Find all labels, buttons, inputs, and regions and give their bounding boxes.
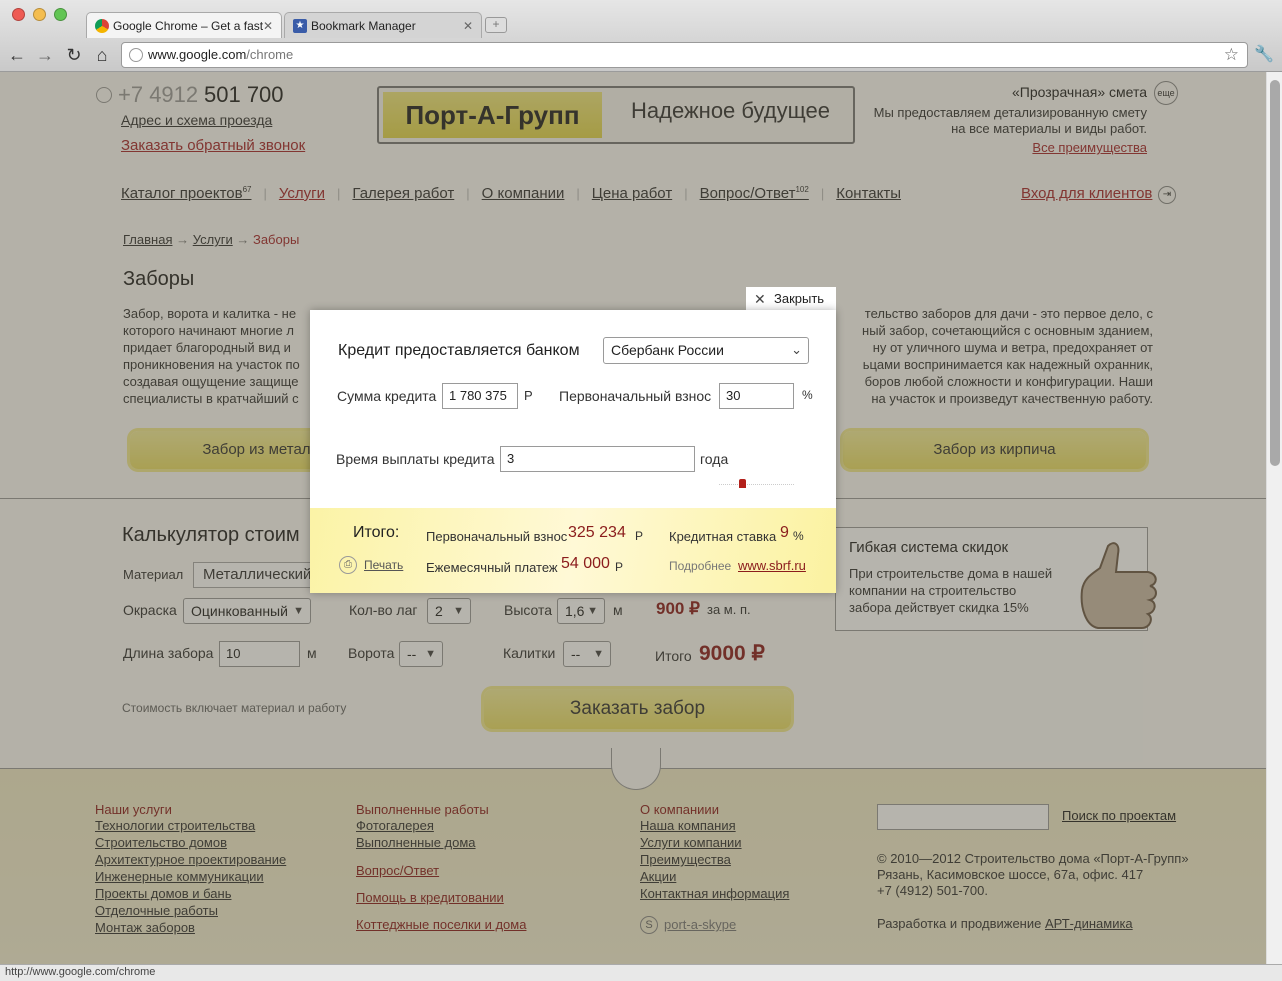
tab-google-chrome[interactable]: Google Chrome – Get a fast ✕ [86, 12, 282, 38]
credit-calculator-modal: Кредит предоставляется банком Сбербанк Р… [310, 310, 836, 593]
forward-arrow-icon[interactable]: → [33, 42, 57, 68]
bank-select[interactable]: Сбербанк России ⌄ [603, 337, 809, 364]
sum-currency: Р [524, 388, 533, 403]
result-rate-label: Кредитная ставка [669, 529, 777, 544]
vertical-scrollbar[interactable] [1266, 72, 1282, 964]
credit-result-panel: Итого: Первоначальный взнос 325 234 Р Кр… [310, 508, 836, 593]
result-monthly-value: 54 000 [561, 555, 610, 572]
reload-icon[interactable]: ↻ [62, 42, 86, 68]
more-label: Подробнее [669, 559, 732, 573]
tab-title: Bookmark Manager [311, 19, 416, 33]
select-value: Сбербанк России [611, 342, 724, 358]
term-label: Время выплаты кредита [336, 451, 495, 467]
scrollbar-thumb[interactable] [1270, 80, 1280, 466]
down-payment-slider-handle[interactable] [738, 479, 746, 488]
tab-bookmark-manager[interactable]: ★ Bookmark Manager ✕ [284, 12, 482, 38]
bookmark-star-icon[interactable]: ☆ [1224, 43, 1239, 67]
result-rate-value: 9 [780, 524, 789, 541]
result-rate-percent: % [793, 529, 804, 543]
wrench-menu-icon[interactable]: 🔧 [1254, 44, 1274, 64]
home-icon[interactable]: ⌂ [90, 42, 114, 68]
zoom-window-button[interactable] [54, 8, 67, 21]
bank-label: Кредит предоставляется банком [338, 342, 580, 359]
back-arrow-icon[interactable]: ← [5, 42, 29, 68]
browser-toolbar: Google Chrome – Get a fast ✕ ★ Bookmark … [0, 0, 1282, 72]
down-payment-slider[interactable] [719, 475, 794, 488]
address-bar[interactable]: www.google.com/chrome ☆ [121, 42, 1248, 68]
print-icon[interactable]: ⎙ [339, 556, 357, 574]
window-controls [12, 8, 67, 21]
result-monthly-label: Ежемесячный платеж [426, 560, 558, 575]
globe-icon [129, 48, 143, 62]
result-down-label: Первоначальный взнос [426, 529, 568, 544]
sum-label: Сумма кредита [337, 388, 437, 404]
result-down-currency: Р [635, 529, 644, 543]
status-bar: http://www.google.com/chrome [0, 964, 1282, 981]
sum-input[interactable]: 1 780 375 [442, 383, 518, 409]
result-total-label: Итого: [353, 524, 400, 541]
url-domain: www.google.com [148, 47, 247, 62]
star-favicon-icon: ★ [293, 19, 307, 33]
down-payment-input[interactable]: 30 [719, 383, 794, 409]
term-unit: года [700, 451, 729, 467]
modal-close-button[interactable]: ✕ Закрыть [746, 287, 836, 311]
term-input[interactable]: 3 [500, 446, 695, 472]
new-tab-button[interactable]: + [485, 17, 507, 33]
chevron-down-icon: ⌄ [791, 342, 802, 357]
close-label: Закрыть [774, 291, 825, 306]
tab-title: Google Chrome – Get a fast [113, 19, 264, 33]
down-payment-label: Первоначальный взнос [559, 388, 712, 404]
tab-close-icon[interactable]: ✕ [263, 13, 273, 38]
result-down-value: 325 234 [568, 524, 626, 541]
close-window-button[interactable] [12, 8, 25, 21]
status-url: http://www.google.com/chrome [5, 966, 156, 978]
sbrf-link[interactable]: www.sbrf.ru [738, 558, 806, 573]
print-link[interactable]: Печать [364, 558, 403, 572]
close-icon: ✕ [754, 291, 766, 307]
url-path: /chrome [246, 47, 294, 62]
percent-sign: % [802, 388, 813, 402]
tab-close-icon[interactable]: ✕ [463, 13, 473, 38]
minimize-window-button[interactable] [33, 8, 46, 21]
web-page: +7 4912 501 700 Адрес и схема проезда За… [0, 72, 1266, 964]
chrome-favicon-icon [95, 19, 109, 33]
result-monthly-currency: Р [615, 560, 624, 574]
